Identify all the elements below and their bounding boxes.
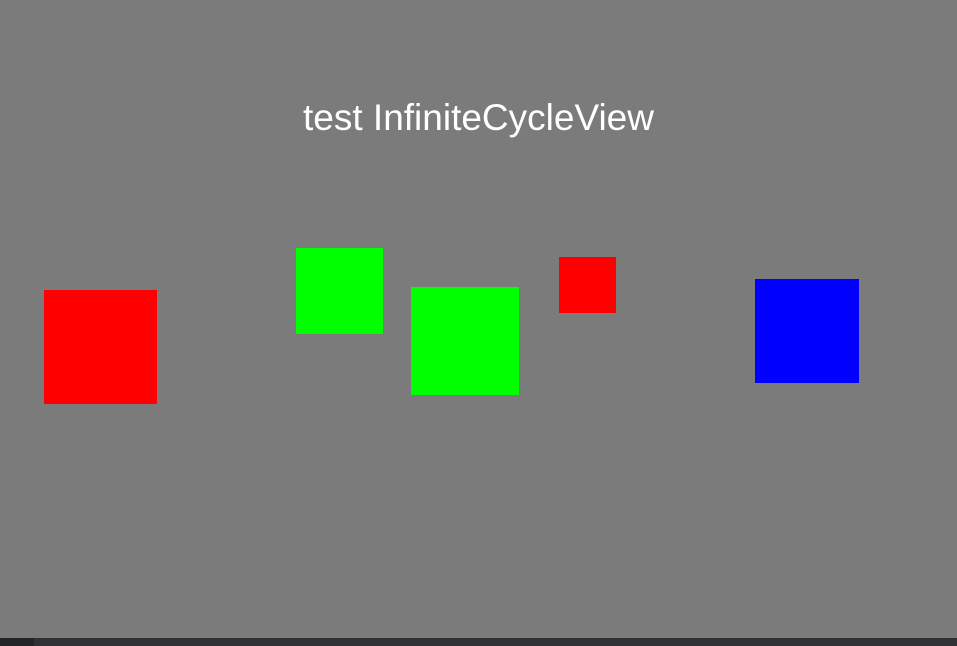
page-title: test InfiniteCycleView — [303, 97, 654, 138]
cycle-item-green-1[interactable] — [296, 248, 383, 334]
cycle-item-green-2[interactable] — [411, 287, 519, 395]
app-window: test InfiniteCycleView — [0, 0, 957, 638]
cycle-item-red-1[interactable] — [44, 290, 157, 404]
bottom-status-strip — [0, 638, 957, 646]
cycle-item-red-2[interactable] — [559, 257, 616, 313]
cycle-item-blue-1[interactable] — [755, 279, 859, 383]
bottom-strip-edge — [0, 638, 34, 646]
